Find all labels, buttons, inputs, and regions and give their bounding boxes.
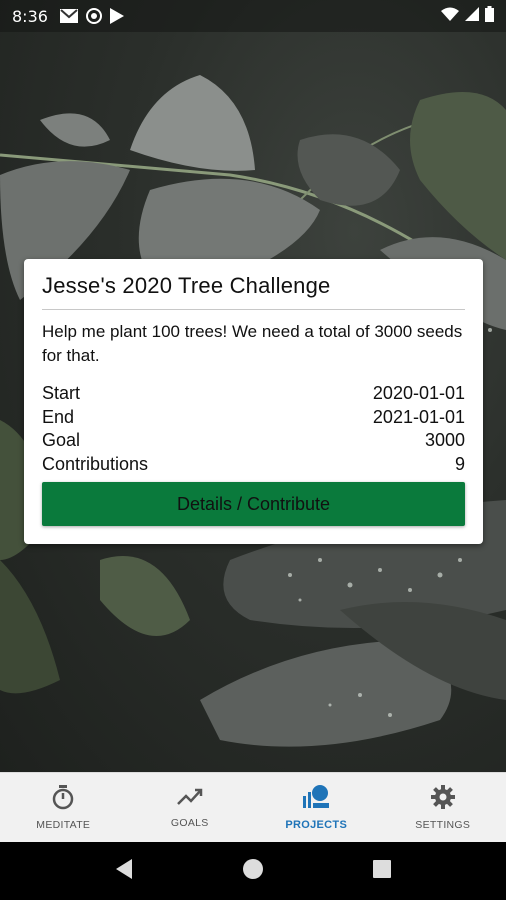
project-title: Jesse's 2020 Tree Challenge bbox=[42, 273, 465, 310]
battery-icon bbox=[485, 5, 494, 27]
nav-item-projects[interactable]: PROJECTS bbox=[253, 773, 380, 842]
project-description: Help me plant 100 trees! We need a total… bbox=[42, 322, 463, 365]
vpn-icon bbox=[85, 8, 102, 24]
wifi-icon bbox=[441, 6, 459, 26]
projects-icon bbox=[301, 784, 331, 815]
gear-icon bbox=[430, 784, 456, 815]
trending-up-icon bbox=[176, 786, 203, 813]
system-navigation-bar bbox=[0, 842, 506, 900]
back-icon[interactable] bbox=[114, 858, 134, 885]
detail-row-goal: Goal 3000 bbox=[42, 429, 465, 453]
status-bar: 8:36 bbox=[0, 0, 506, 32]
bottom-navigation: MEDITATE GOALS PROJECTS SETTINGS bbox=[0, 772, 506, 842]
detail-row-start: Start 2020-01-01 bbox=[42, 382, 465, 406]
recents-icon[interactable] bbox=[372, 859, 392, 884]
nav-label: MEDITATE bbox=[36, 819, 91, 831]
nav-item-meditate[interactable]: MEDITATE bbox=[0, 773, 127, 842]
app-screen: 8:36 Jesse's 2020 Tree Challenge Help me… bbox=[0, 0, 506, 900]
detail-value: 9 bbox=[454, 453, 465, 474]
home-icon[interactable] bbox=[242, 858, 264, 885]
gmail-icon bbox=[59, 9, 78, 23]
nav-item-goals[interactable]: GOALS bbox=[127, 773, 254, 842]
project-card: Jesse's 2020 Tree Challenge Help me plan… bbox=[24, 259, 483, 544]
stopwatch-icon bbox=[50, 784, 76, 815]
nav-label: GOALS bbox=[170, 817, 209, 829]
status-time: 8:36 bbox=[12, 6, 48, 26]
detail-label: Goal bbox=[42, 430, 81, 450]
nav-item-settings[interactable]: SETTINGS bbox=[380, 773, 506, 842]
details-contribute-button[interactable]: Details / Contribute bbox=[42, 482, 465, 526]
nav-label: PROJECTS bbox=[285, 819, 348, 831]
detail-value: 2021-01-01 bbox=[372, 406, 465, 427]
detail-label: Contributions bbox=[42, 453, 149, 474]
detail-value: 3000 bbox=[424, 430, 465, 450]
play-store-icon bbox=[109, 8, 124, 24]
detail-row-end: End 2021-01-01 bbox=[42, 406, 465, 430]
nav-label: SETTINGS bbox=[415, 819, 471, 831]
detail-label: End bbox=[42, 406, 75, 427]
detail-row-contributions: Contributions 9 bbox=[42, 453, 465, 477]
detail-label: Start bbox=[42, 383, 81, 403]
signal-icon bbox=[465, 6, 479, 26]
project-details: Start 2020-01-01 End 2021-01-01 Goal 300… bbox=[42, 382, 465, 476]
detail-value: 2020-01-01 bbox=[372, 383, 465, 403]
